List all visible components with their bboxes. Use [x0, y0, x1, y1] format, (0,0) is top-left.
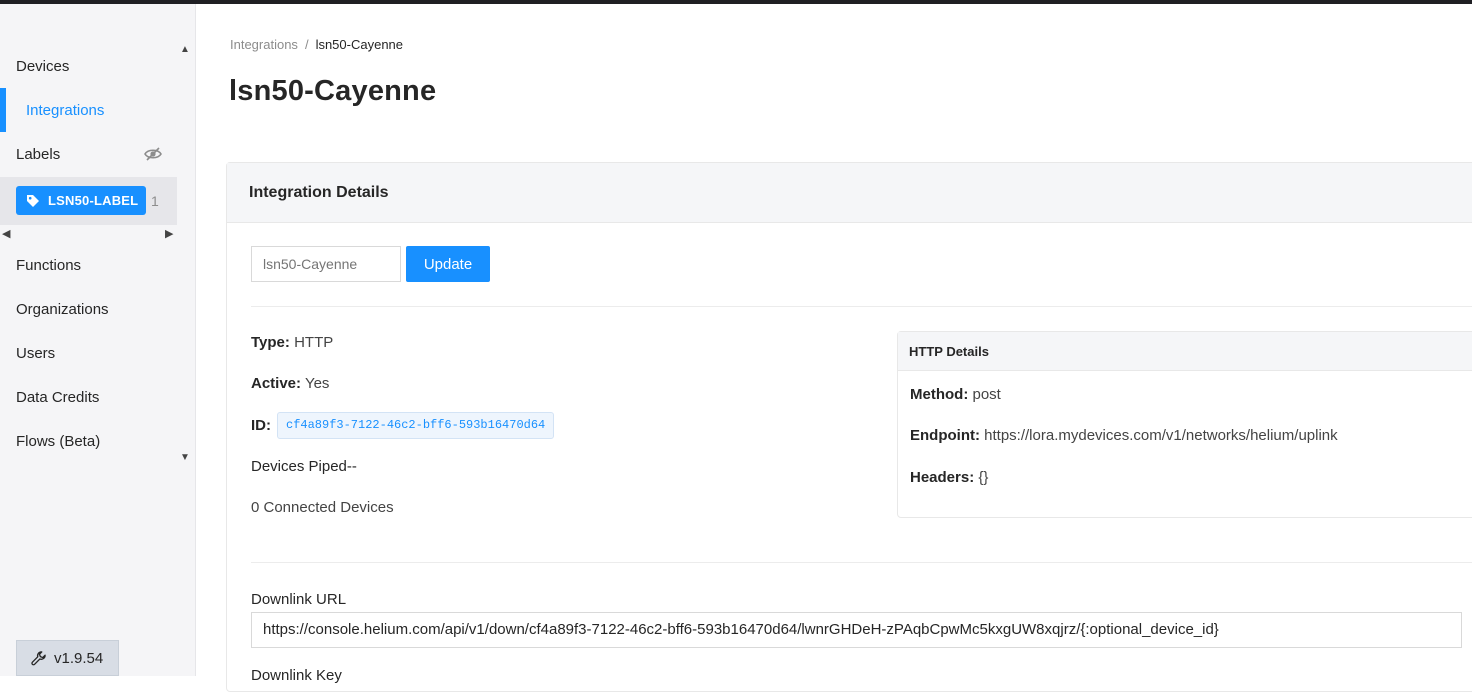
headers-field: Headers: {} [910, 469, 988, 486]
sidebar: Devices Integrations Labels LSN50-LABEL … [0, 4, 196, 676]
horizontal-scrollbar[interactable]: ◀ ▶ [0, 225, 177, 241]
devices-piped-heading: Devices Piped-- [251, 458, 357, 475]
sidebar-item-label: Flows (Beta) [16, 432, 101, 450]
sidebar-item-flows[interactable]: Flows (Beta) [0, 419, 177, 463]
sidebar-item-label: Functions [16, 256, 82, 274]
update-button[interactable]: Update [406, 246, 490, 282]
wrench-icon [31, 650, 46, 665]
connected-devices: 0 Connected Devices [251, 499, 394, 516]
sidebar-item-label: Data Credits [16, 388, 100, 406]
http-details-title: HTTP Details [909, 344, 989, 359]
card-header: Integration Details [227, 163, 1472, 223]
active-value: Yes [304, 375, 330, 392]
label-device-count: 1 [151, 193, 159, 209]
breadcrumb: Integrations / lsn50-Cayenne [230, 37, 403, 52]
page-title: lsn50-Cayenne [229, 75, 437, 107]
sidebar-item-label: Devices [16, 57, 70, 75]
breadcrumb-parent[interactable]: Integrations [230, 37, 298, 52]
tag-icon [27, 194, 39, 207]
version-badge[interactable]: v1.9.54 [16, 640, 119, 676]
divider [251, 562, 1472, 563]
active-field: Active: Yes [251, 375, 329, 392]
devices-piped-text: Devices Piped-- [251, 458, 357, 475]
vertical-scrollbar[interactable]: ▲ ▼ [177, 42, 194, 466]
sidebar-item-data-credits[interactable]: Data Credits [0, 375, 177, 419]
endpoint-value: https://lora.mydevices.com/v1/networks/h… [984, 427, 1338, 444]
http-details-box: HTTP Details Method: post Endpoint: http… [897, 331, 1472, 518]
sidebar-item-functions[interactable]: Functions [0, 243, 177, 287]
sidebar-item-users[interactable]: Users [0, 331, 177, 375]
id-label: ID: [251, 417, 271, 434]
type-field: Type: HTTP [251, 334, 333, 351]
active-label: Active: [251, 375, 302, 392]
method-label: Method: [910, 386, 969, 403]
breadcrumb-separator: / [304, 37, 309, 52]
method-value: post [972, 386, 1001, 403]
integration-id[interactable]: cf4a89f3-7122-46c2-bff6-593b16470d64 [277, 412, 555, 439]
headers-value: {} [978, 469, 989, 486]
http-details-header: HTTP Details [898, 332, 1472, 371]
breadcrumb-current: lsn50-Cayenne [315, 37, 404, 52]
scroll-right-icon[interactable]: ▶ [165, 227, 173, 240]
version-text: v1.9.54 [54, 649, 104, 667]
label-tag[interactable]: LSN50-LABEL [16, 186, 146, 215]
scroll-up-icon[interactable]: ▲ [180, 44, 190, 55]
sidebar-item-label: Labels [16, 145, 61, 163]
sidebar-item-organizations[interactable]: Organizations [0, 287, 177, 331]
sidebar-item-label: Integrations [26, 101, 105, 119]
top-bar [0, 0, 1472, 4]
card-title: Integration Details [249, 184, 389, 201]
endpoint-field: Endpoint: https://lora.mydevices.com/v1/… [910, 427, 1338, 444]
eye-slash-icon[interactable] [144, 146, 162, 162]
integration-name-input[interactable] [251, 246, 401, 282]
scroll-down-icon[interactable]: ▼ [180, 452, 190, 463]
divider [251, 306, 1472, 307]
sidebar-item-label: Organizations [16, 300, 109, 318]
sidebar-item-integrations[interactable]: Integrations [0, 88, 177, 132]
sidebar-item-devices[interactable]: Devices [0, 44, 177, 88]
type-label: Type: [251, 334, 290, 351]
sidebar-item-label: Users [16, 344, 56, 362]
endpoint-label: Endpoint: [910, 427, 980, 444]
downlink-url-label: Downlink URL [251, 591, 347, 608]
sidebar-item-labels[interactable]: Labels [0, 132, 177, 176]
type-value: HTTP [294, 334, 334, 351]
downlink-url-field[interactable]: https://console.helium.com/api/v1/down/c… [251, 612, 1462, 648]
label-row: LSN50-LABEL 1 [0, 177, 177, 225]
scroll-left-icon[interactable]: ◀ [2, 227, 10, 240]
label-tag-name: LSN50-LABEL [48, 193, 139, 208]
method-field: Method: post [910, 386, 1001, 403]
headers-label: Headers: [910, 469, 975, 486]
id-field: ID: [251, 417, 271, 434]
